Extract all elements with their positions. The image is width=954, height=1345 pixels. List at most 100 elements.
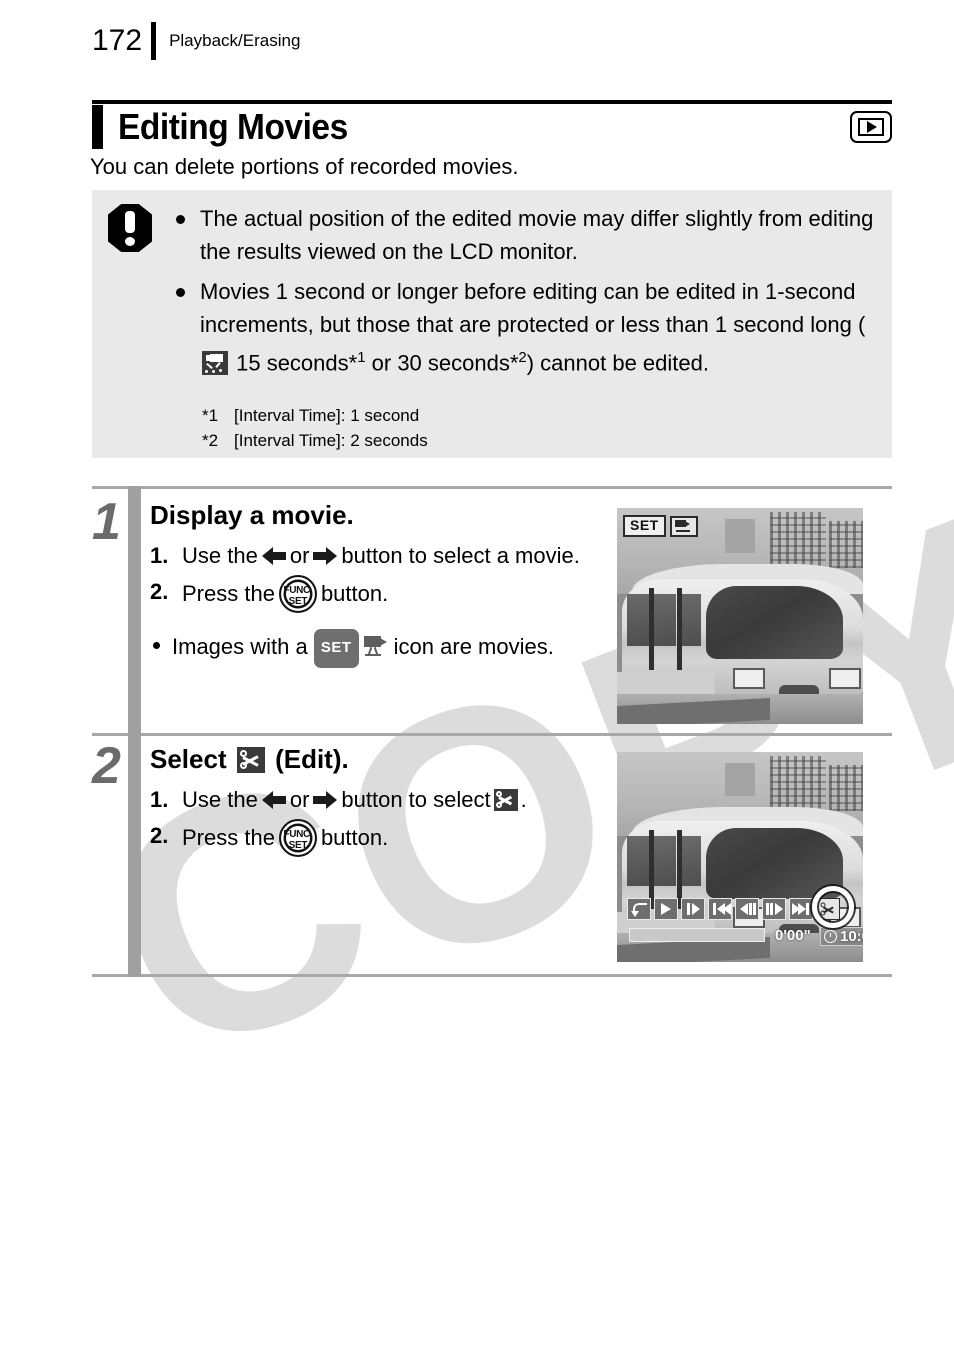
title-accent-bar bbox=[92, 105, 103, 149]
total-time-group: 10:00 bbox=[820, 927, 863, 946]
exclamation-dot bbox=[125, 237, 135, 246]
func-set-button-icon: FUNC. SET bbox=[278, 819, 317, 857]
camera-screen-movie-display: SET bbox=[617, 508, 863, 724]
movie-control-bar[interactable] bbox=[627, 898, 840, 920]
footnote-row-2: *2 [Interval Time]: 2 seconds bbox=[202, 428, 428, 453]
step-2-substep-1-part1: Use the bbox=[182, 787, 258, 812]
step-1-substep-2: 2. Press the FUNC. SET button. bbox=[150, 575, 620, 613]
movie-camera-icon bbox=[362, 635, 388, 657]
background-building-a bbox=[769, 512, 827, 569]
train-side-window-3 bbox=[680, 836, 701, 887]
step-2-substep-1-number: 1. bbox=[150, 787, 169, 812]
interval-movie-icon bbox=[202, 351, 228, 376]
step-2-body: Select (Edit). 1. Use the or button to sele… bbox=[150, 744, 620, 859]
set-pill-icon: SET bbox=[313, 629, 359, 668]
train-headlamp-left bbox=[732, 667, 765, 690]
section-title: Playback/Erasing bbox=[169, 31, 301, 50]
movie-badge-icon bbox=[669, 515, 698, 537]
train-side-window-2 bbox=[653, 836, 677, 887]
footnote-ref-2: 2 bbox=[518, 349, 527, 366]
total-time: 10:00 bbox=[840, 928, 863, 945]
step-2-substep-2-number: 2. bbox=[150, 823, 169, 848]
step-2-substep-1: 1. Use the or button to select . bbox=[150, 783, 620, 817]
caution-octagon bbox=[108, 204, 152, 252]
step-divider-middle bbox=[92, 733, 892, 736]
step-1-substep-1: 1. Use the or button to select a movie. bbox=[150, 539, 620, 573]
screen-set-badge: SET bbox=[623, 515, 698, 537]
caution-exclamation-icon bbox=[108, 204, 154, 254]
step-2-substep-1-part3: . bbox=[520, 787, 527, 812]
footnote-2-mark: *2 bbox=[202, 431, 219, 450]
page-number: 172 bbox=[92, 24, 143, 57]
background-building-b bbox=[828, 764, 863, 811]
step-1-body: Display a movie. 1. Use the or button to se… bbox=[150, 500, 620, 668]
first-frame-button[interactable] bbox=[708, 898, 732, 920]
background-building-b bbox=[828, 520, 863, 569]
footnote-row-1: *1 [Interval Time]: 1 second bbox=[202, 403, 428, 428]
slow-motion-button[interactable] bbox=[681, 898, 705, 920]
step-1-substep-1-mid: or bbox=[289, 543, 310, 568]
title-block: Editing Movies bbox=[92, 104, 892, 150]
train-door-frame-2 bbox=[677, 587, 683, 670]
step-1-substep-2-part1: Press the bbox=[182, 581, 275, 606]
step-1-title: Display a movie. bbox=[150, 500, 354, 530]
scissors-edit-icon bbox=[493, 789, 518, 811]
note-bullet-dot bbox=[153, 642, 160, 649]
edit-button-highlight-ring bbox=[812, 886, 854, 928]
play-triangle-icon bbox=[867, 121, 877, 133]
step-divider-top bbox=[92, 486, 892, 489]
step-1-substep-1-part1: Use the bbox=[182, 543, 258, 568]
caution-bullet-2-part1: Movies 1 second or longer before editing… bbox=[200, 279, 866, 337]
background-building-c bbox=[725, 518, 755, 554]
footnote-1-text: [Interval Time]: 1 second bbox=[234, 406, 420, 425]
elapsed-time: 0'00" bbox=[775, 927, 811, 944]
last-frame-button[interactable] bbox=[789, 898, 813, 920]
arrow-left-icon bbox=[261, 546, 286, 566]
caution-bullet-1-text: The actual position of the edited movie … bbox=[200, 206, 874, 264]
step-number-2: 2 bbox=[92, 737, 121, 795]
train-photo bbox=[617, 508, 863, 724]
step-spine-bar bbox=[128, 486, 141, 977]
step-divider-bottom bbox=[92, 974, 892, 977]
movie-progress-bar[interactable] bbox=[629, 928, 765, 942]
step-2-substep-2-part2: button. bbox=[320, 825, 389, 850]
step-number-1: 1 bbox=[92, 493, 121, 551]
scissors-edit-icon bbox=[236, 747, 265, 773]
train-side-window-1 bbox=[626, 594, 649, 647]
func-set-button-icon: FUNC. SET bbox=[278, 575, 317, 613]
background-building-c bbox=[725, 762, 755, 797]
step-1-substep-1-part2: button to select a movie. bbox=[341, 543, 580, 568]
step-2-title-part2: (Edit). bbox=[275, 744, 349, 774]
caution-bullet-2-part4: ) cannot be edited. bbox=[526, 350, 709, 376]
footnote-ref-1: 1 bbox=[357, 349, 366, 366]
train-side-window-1 bbox=[626, 836, 649, 887]
step-1-note-part1: Images with a bbox=[172, 634, 308, 659]
page-header: 172 Playback/Erasing bbox=[92, 20, 300, 62]
set-badge-label: SET bbox=[623, 515, 666, 537]
camera-screen-movie-edit-panel: 0'00" 10:00 bbox=[617, 752, 863, 962]
clock-icon bbox=[824, 930, 837, 943]
caution-bullet-1: The actual position of the edited movie … bbox=[174, 202, 874, 268]
caution-bullet-2-part2: 15 seconds* bbox=[230, 350, 358, 376]
train-door-frame-1 bbox=[648, 587, 654, 670]
next-frame-button[interactable] bbox=[762, 898, 786, 920]
step-1-substep-2-number: 2. bbox=[150, 579, 169, 604]
exit-button[interactable] bbox=[627, 898, 651, 920]
step-2-title-part1: Select bbox=[150, 744, 227, 774]
step-2-substep-2-part1: Press the bbox=[182, 825, 275, 850]
caution-bullet-2-part3: or 30 seconds* bbox=[365, 350, 519, 376]
step-1-note-part2: icon are movies. bbox=[393, 634, 554, 659]
arrow-right-icon bbox=[313, 546, 338, 566]
train-windshield bbox=[705, 585, 844, 660]
train-side-window-2 bbox=[653, 594, 677, 647]
arrow-left-icon bbox=[261, 790, 286, 810]
page-title: Editing Movies bbox=[118, 106, 348, 147]
previous-frame-button[interactable] bbox=[735, 898, 759, 920]
step-2-title: Select (Edit). bbox=[150, 744, 620, 775]
playback-mode-icon bbox=[850, 111, 892, 143]
play-button[interactable] bbox=[654, 898, 678, 920]
step-1-substep-2-part2: button. bbox=[320, 581, 389, 606]
step-1-substep-1-number: 1. bbox=[150, 543, 169, 568]
background-building-a bbox=[769, 756, 827, 811]
footnote-1-mark: *1 bbox=[202, 406, 219, 425]
